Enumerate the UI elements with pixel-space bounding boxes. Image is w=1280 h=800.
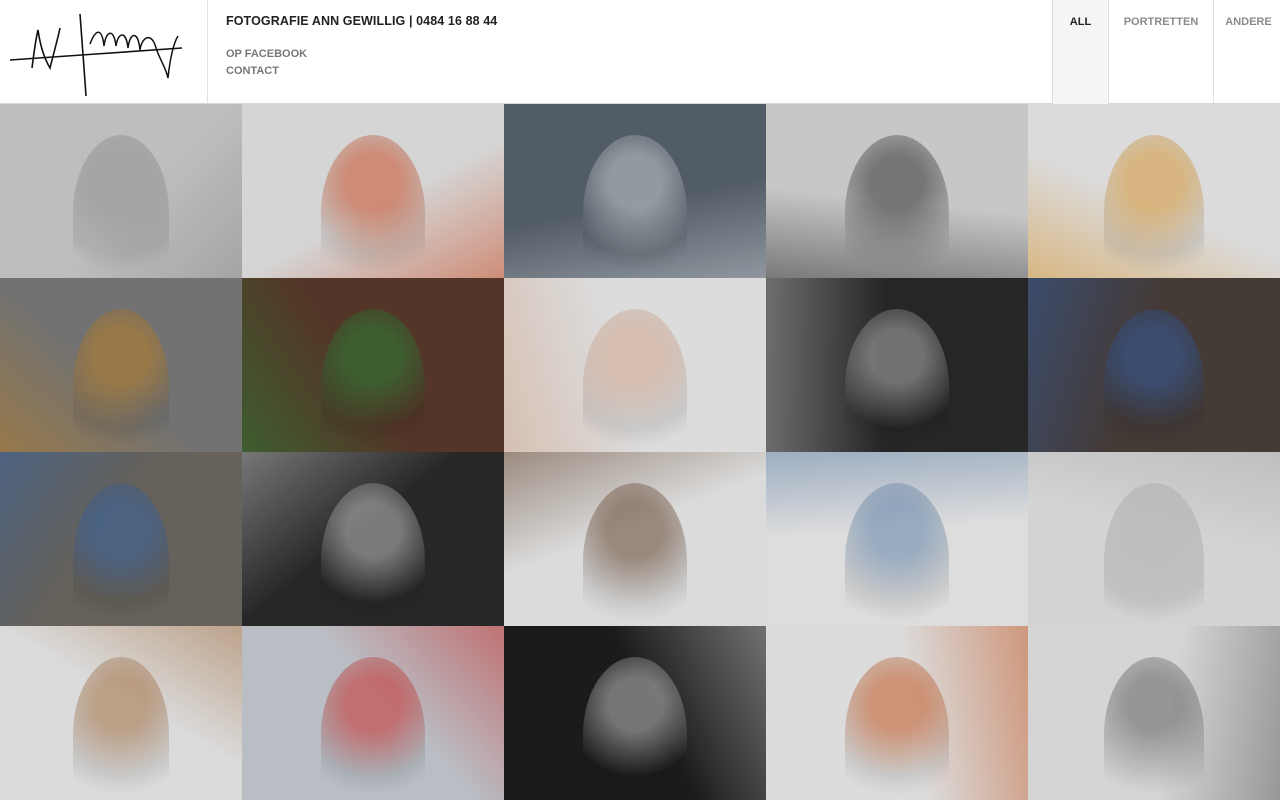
- photo-curly-boy-bw[interactable]: [242, 452, 504, 626]
- photo-subject: [844, 135, 950, 278]
- photo-subject: [582, 483, 688, 626]
- photo-subject: [1103, 657, 1205, 800]
- photo-baby-bw[interactable]: [1028, 452, 1280, 626]
- photo-subject: [72, 483, 170, 626]
- photo-subject: [320, 309, 426, 452]
- contact-link[interactable]: CONTACT: [226, 63, 497, 80]
- signature-icon: [9, 13, 183, 97]
- photo-subject: [1103, 483, 1205, 626]
- photo-girl-headband[interactable]: [504, 278, 766, 452]
- photo-subject: [72, 657, 170, 800]
- photo-subject: [1103, 135, 1205, 278]
- photo-boy-bw-portrait[interactable]: [766, 104, 1028, 278]
- photo-woman-call-center[interactable]: [0, 452, 242, 626]
- photo-subject: [320, 135, 426, 278]
- photo-girl-with-dog[interactable]: [242, 104, 504, 278]
- photo-subject: [844, 657, 950, 800]
- photo-boy-gray-scarf[interactable]: [0, 626, 242, 800]
- photo-subject: [72, 309, 170, 452]
- photo-family-group-bw[interactable]: [1028, 626, 1280, 800]
- photo-gallery: [0, 104, 1280, 800]
- tab-all[interactable]: ALL: [1052, 0, 1108, 104]
- tab-portretten[interactable]: PORTRETTEN: [1108, 0, 1213, 104]
- photo-snow-texture[interactable]: [0, 104, 242, 278]
- photo-baby-clothesline-fiene[interactable]: [1028, 104, 1280, 278]
- header-links: OP FACEBOOK CONTACT: [226, 46, 497, 80]
- site-header: FOTOGRAFIE ANN GEWILLIG | 0484 16 88 44 …: [0, 0, 1280, 104]
- photo-subject: [582, 135, 688, 278]
- photo-subject: [844, 309, 950, 452]
- tab-andere[interactable]: ANDERE: [1213, 0, 1280, 104]
- photo-subject: [844, 483, 950, 626]
- filter-tabs: ALL PORTRETTEN ANDERE: [1052, 0, 1280, 104]
- photo-laughing-boy-closeup[interactable]: [242, 278, 504, 452]
- photo-women-group-bw[interactable]: [766, 278, 1028, 452]
- photo-lichen-rock[interactable]: [0, 278, 242, 452]
- photo-subject: [72, 135, 170, 278]
- site-info: FOTOGRAFIE ANN GEWILLIG | 0484 16 88 44 …: [226, 14, 497, 80]
- photo-subject: [582, 657, 688, 800]
- photo-subject: [582, 309, 688, 452]
- photo-six-brothers[interactable]: [766, 452, 1028, 626]
- photo-boy-with-scarf[interactable]: [504, 452, 766, 626]
- facebook-link[interactable]: OP FACEBOOK: [226, 46, 497, 63]
- photo-boys-on-bridge[interactable]: [1028, 278, 1280, 452]
- photo-blond-boy-laughing-bw[interactable]: [504, 626, 766, 800]
- photo-subject: [320, 657, 426, 800]
- photo-subject: [320, 483, 426, 626]
- signature-logo[interactable]: [0, 0, 208, 104]
- photo-man-at-office-desk[interactable]: [504, 104, 766, 278]
- photo-meeting-camera[interactable]: [242, 626, 504, 800]
- photo-subject: [1103, 309, 1205, 452]
- photo-red-haired-toddler[interactable]: [766, 626, 1028, 800]
- site-title: FOTOGRAFIE ANN GEWILLIG | 0484 16 88 44: [226, 14, 498, 28]
